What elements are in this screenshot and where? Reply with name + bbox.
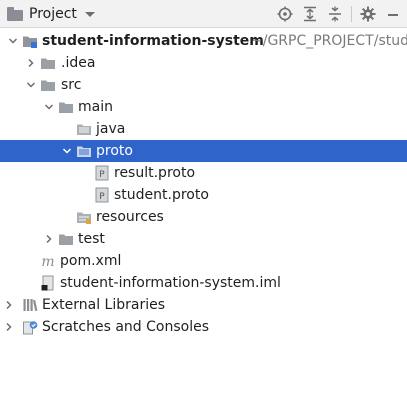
project-icon xyxy=(7,7,23,21)
tree-item-label: result.proto xyxy=(114,165,196,181)
tree-item-idea[interactable]: .idea xyxy=(0,52,407,74)
tree-item-label: Scratches and Consoles xyxy=(42,319,209,335)
svg-text:m: m xyxy=(41,254,54,269)
tree-item-label: src xyxy=(61,77,82,93)
proto-file-icon: P xyxy=(95,165,109,181)
collapse-all-icon[interactable] xyxy=(326,5,344,23)
locate-icon[interactable] xyxy=(276,5,294,23)
tree-item-result-proto[interactable]: P result.proto xyxy=(0,162,407,184)
maven-icon: m xyxy=(41,254,54,269)
settings-icon[interactable] xyxy=(359,5,377,23)
folder-icon xyxy=(41,80,55,91)
chevron-right-icon[interactable] xyxy=(26,58,36,68)
tree-item-label: proto xyxy=(96,143,133,159)
tree-item-scratches[interactable]: Scratches and Consoles xyxy=(0,316,407,338)
module-file-icon xyxy=(41,275,54,291)
scratches-icon xyxy=(23,321,38,335)
tree-item-label: java xyxy=(96,121,126,137)
tree-item-label: main xyxy=(78,99,113,115)
tree-item-iml[interactable]: student-information-system.iml xyxy=(0,272,407,294)
tree-item-label: resources xyxy=(96,209,164,225)
chevron-right-icon[interactable] xyxy=(4,300,14,310)
tree-item-proto[interactable]: proto xyxy=(0,140,407,162)
toolbar-divider xyxy=(351,6,352,22)
svg-text:P: P xyxy=(99,192,105,202)
expand-all-icon[interactable] xyxy=(301,5,319,23)
tree-item-src[interactable]: src xyxy=(0,74,407,96)
tree-item-path: ~/GRPC_PROJECT/stud xyxy=(251,33,407,49)
chevron-right-icon[interactable] xyxy=(4,322,14,332)
svg-text:P: P xyxy=(99,170,105,180)
folder-icon xyxy=(59,234,73,245)
hide-icon[interactable] xyxy=(384,5,402,23)
tree-item-test[interactable]: test xyxy=(0,228,407,250)
chevron-down-icon[interactable] xyxy=(62,146,72,156)
library-icon xyxy=(23,299,38,312)
module-folder-icon xyxy=(23,36,37,48)
tree-item-main[interactable]: main xyxy=(0,96,407,118)
source-folder-icon xyxy=(77,146,91,157)
tree-item-student-proto[interactable]: P student.proto xyxy=(0,184,407,206)
tree-item-label: student.proto xyxy=(114,187,209,203)
tree-item-label: .idea xyxy=(61,55,96,71)
tree-item-label: pom.xml xyxy=(60,253,122,269)
tree-item-label: student-information-system.iml xyxy=(60,275,281,291)
chevron-down-icon[interactable] xyxy=(26,80,36,90)
tree-item-label: External Libraries xyxy=(42,297,165,313)
tree-item-label: test xyxy=(78,231,105,247)
tree-item-java[interactable]: java xyxy=(0,118,407,140)
proto-file-icon: P xyxy=(95,187,109,203)
view-selector-label: Project xyxy=(29,6,77,22)
tree-item-root[interactable]: student-information-system ~/GRPC_PROJEC… xyxy=(0,30,407,52)
folder-icon xyxy=(59,102,73,113)
folder-icon xyxy=(41,58,55,69)
project-tool-window-header: Project xyxy=(0,0,407,28)
chevron-down-icon xyxy=(84,11,95,17)
view-selector[interactable]: Project xyxy=(7,4,95,24)
tree-item-resources[interactable]: resources xyxy=(0,206,407,228)
chevron-right-icon[interactable] xyxy=(44,234,54,244)
tree-item-external-libraries[interactable]: External Libraries xyxy=(0,294,407,316)
tree-item-label: student-information-system xyxy=(42,33,264,49)
source-folder-icon xyxy=(77,124,91,135)
chevron-down-icon[interactable] xyxy=(8,36,18,46)
resources-folder-icon xyxy=(77,212,91,224)
chevron-down-icon[interactable] xyxy=(44,102,54,112)
tree-item-pom[interactable]: m pom.xml xyxy=(0,250,407,272)
